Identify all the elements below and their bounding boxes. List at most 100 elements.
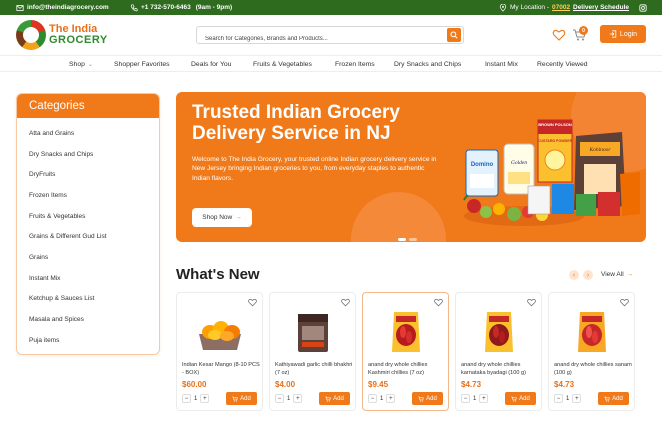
nav-label: Dry Snacks and Chips bbox=[394, 60, 462, 68]
shop-now-button[interactable]: Shop Now → bbox=[192, 208, 252, 227]
product-name[interactable]: anand dry whole chillies sanam (100 g) bbox=[554, 361, 634, 377]
nav-item-shopper-favorites[interactable]: Shopper Favorites bbox=[114, 56, 170, 72]
product-card[interactable]: anand dry whole chillies karnataka byada… bbox=[455, 292, 542, 411]
quantity-value: 1 bbox=[380, 395, 384, 402]
product-image[interactable] bbox=[195, 308, 245, 356]
view-all-label: View All bbox=[601, 271, 624, 278]
category-item-masala-spices[interactable]: Masala and Spices bbox=[17, 309, 159, 330]
product-image[interactable] bbox=[381, 308, 431, 356]
location-pin-icon bbox=[499, 3, 507, 12]
mail-icon bbox=[16, 4, 24, 11]
quantity-stepper: − 1 + bbox=[275, 394, 303, 403]
nav-item-dry-snacks[interactable]: Dry Snacks and Chips bbox=[394, 56, 461, 72]
add-to-cart-button[interactable]: Add bbox=[412, 392, 443, 405]
wishlist-heart-icon[interactable] bbox=[434, 298, 443, 307]
increment-button[interactable]: + bbox=[200, 394, 210, 403]
nav-label: Deals for You bbox=[191, 60, 232, 68]
decrement-button[interactable]: − bbox=[461, 394, 470, 403]
prev-arrow-button[interactable]: ‹ bbox=[569, 270, 579, 280]
wishlist-heart-icon[interactable] bbox=[527, 298, 536, 307]
category-list: Atta and Grains Dry Snacks and Chips Dry… bbox=[17, 118, 159, 351]
category-item-fruits-vegetables[interactable]: Fruits & Vegetables bbox=[17, 206, 159, 227]
decrement-button[interactable]: − bbox=[275, 394, 284, 403]
category-item-grains-gud[interactable]: Grains & Different Gud List bbox=[17, 226, 159, 247]
product-card[interactable]: Kathiyawadi garlic chilli bhakhri (7 oz)… bbox=[269, 292, 356, 411]
category-item-frozen[interactable]: Frozen Items bbox=[17, 185, 159, 206]
decrement-button[interactable]: − bbox=[182, 394, 191, 403]
nav-item-frozen-items[interactable]: Frozen Items bbox=[335, 56, 375, 72]
category-item-dryfruits[interactable]: DryFruits bbox=[17, 164, 159, 185]
nav-item-instant-mix[interactable]: Instant Mix bbox=[485, 56, 518, 72]
carousel-dot[interactable] bbox=[398, 238, 406, 241]
hero-title: Trusted Indian Grocery Delivery Service … bbox=[192, 102, 400, 145]
location-info[interactable]: My Location - 07002 bbox=[499, 0, 570, 15]
quantity-value: 1 bbox=[287, 395, 291, 402]
nav-item-deals[interactable]: Deals for You bbox=[191, 56, 231, 72]
category-item-atta-grains[interactable]: Atta and Grains bbox=[17, 123, 159, 144]
nav-item-shop[interactable]: Shop ⌄ bbox=[69, 56, 93, 72]
nav-label: Fruits & Vegetables bbox=[253, 60, 312, 68]
cart-count-badge: 0 bbox=[579, 26, 588, 35]
product-card[interactable]: Indian Kesar Mango (8-10 PCS - BOX) $60.… bbox=[176, 292, 263, 411]
site-logo[interactable]: The India GROCERY bbox=[16, 19, 108, 51]
category-item-grains[interactable]: Grains bbox=[17, 247, 159, 268]
domino-label: Domino bbox=[471, 162, 494, 168]
search-input[interactable] bbox=[197, 31, 437, 47]
add-to-cart-button[interactable]: Add bbox=[226, 392, 257, 405]
quantity-value: 1 bbox=[194, 395, 198, 402]
increment-button[interactable]: + bbox=[479, 394, 489, 403]
category-item-instant-mix[interactable]: Instant Mix bbox=[17, 268, 159, 289]
wishlist-heart-icon[interactable] bbox=[620, 298, 629, 307]
product-name[interactable]: anand dry whole chillies Kashmiri chilli… bbox=[368, 361, 448, 377]
increment-button[interactable]: + bbox=[572, 394, 582, 403]
nav-label: Instant Mix bbox=[485, 60, 518, 68]
phone-contact[interactable]: +1 732-570-6463 (9am - 9pm) bbox=[130, 0, 232, 15]
wishlist-heart-icon[interactable] bbox=[341, 298, 350, 307]
wishlist-heart-icon[interactable] bbox=[552, 28, 566, 42]
product-card[interactable]: anand dry whole chillies sanam (100 g) $… bbox=[548, 292, 635, 411]
add-to-cart-button[interactable]: Add bbox=[598, 392, 629, 405]
main-nav: Shop ⌄ Shopper Favorites Deals for You Fr… bbox=[0, 55, 662, 72]
email-text: info@theindiagrocery.com bbox=[27, 4, 109, 11]
delivery-schedule-link[interactable]: Delivery Schedule bbox=[573, 0, 629, 15]
grocery-products-illustration: Domino Golden BROWN POLSON CUSTARD POWDE… bbox=[463, 119, 640, 226]
product-name[interactable]: anand dry whole chillies karnataka byada… bbox=[461, 361, 541, 377]
carousel-dot[interactable] bbox=[409, 238, 417, 241]
increment-button[interactable]: + bbox=[293, 394, 303, 403]
top-info-bar: info@theindiagrocery.com +1 732-570-6463… bbox=[0, 0, 662, 15]
quantity-value: 1 bbox=[566, 395, 570, 402]
nav-label: Shop bbox=[69, 60, 85, 68]
product-name[interactable]: Kathiyawadi garlic chilli bhakhri (7 oz) bbox=[275, 361, 355, 377]
chevron-right-icon: › bbox=[586, 271, 590, 279]
product-image[interactable] bbox=[288, 308, 338, 356]
logo-wordmark: The India GROCERY bbox=[49, 24, 108, 46]
custard-powder-label: CUSTARD POWDER bbox=[538, 139, 573, 143]
next-arrow-button[interactable]: › bbox=[583, 270, 593, 280]
instagram-icon bbox=[639, 3, 647, 12]
email-contact[interactable]: info@theindiagrocery.com bbox=[16, 0, 109, 15]
decrement-button[interactable]: − bbox=[554, 394, 563, 403]
decrement-button[interactable]: − bbox=[368, 394, 377, 403]
decor-circle bbox=[351, 192, 446, 242]
nav-item-fruits-vegetables[interactable]: Fruits & Vegetables bbox=[253, 56, 312, 72]
wishlist-heart-icon[interactable] bbox=[248, 298, 257, 307]
add-to-cart-button[interactable]: Add bbox=[319, 392, 350, 405]
category-item-dry-snacks[interactable]: Dry Snacks and Chips bbox=[17, 144, 159, 165]
product-image[interactable] bbox=[474, 308, 524, 356]
product-image[interactable] bbox=[567, 308, 617, 356]
product-price: $4.00 bbox=[275, 380, 296, 389]
view-all-link[interactable]: View All → bbox=[601, 271, 633, 278]
instagram-link[interactable] bbox=[639, 0, 647, 15]
add-to-cart-button[interactable]: Add bbox=[505, 392, 536, 405]
site-header: The India GROCERY 0 Login bbox=[0, 15, 662, 55]
category-item-puja-items[interactable]: Puja items bbox=[17, 330, 159, 351]
add-label: Add bbox=[333, 395, 344, 402]
product-card[interactable]: anand dry whole chillies Kashmiri chilli… bbox=[362, 292, 449, 411]
nav-item-recently-viewed[interactable]: Recently Viewed bbox=[537, 56, 588, 72]
product-name[interactable]: Indian Kesar Mango (8-10 PCS - BOX) bbox=[182, 361, 262, 377]
increment-button[interactable]: + bbox=[386, 394, 396, 403]
location-code[interactable]: 07002 bbox=[552, 4, 570, 11]
search-button[interactable] bbox=[447, 28, 461, 42]
login-button[interactable]: Login bbox=[600, 25, 646, 43]
category-item-ketchup-sauces[interactable]: Ketchup & Sauces List bbox=[17, 289, 159, 310]
